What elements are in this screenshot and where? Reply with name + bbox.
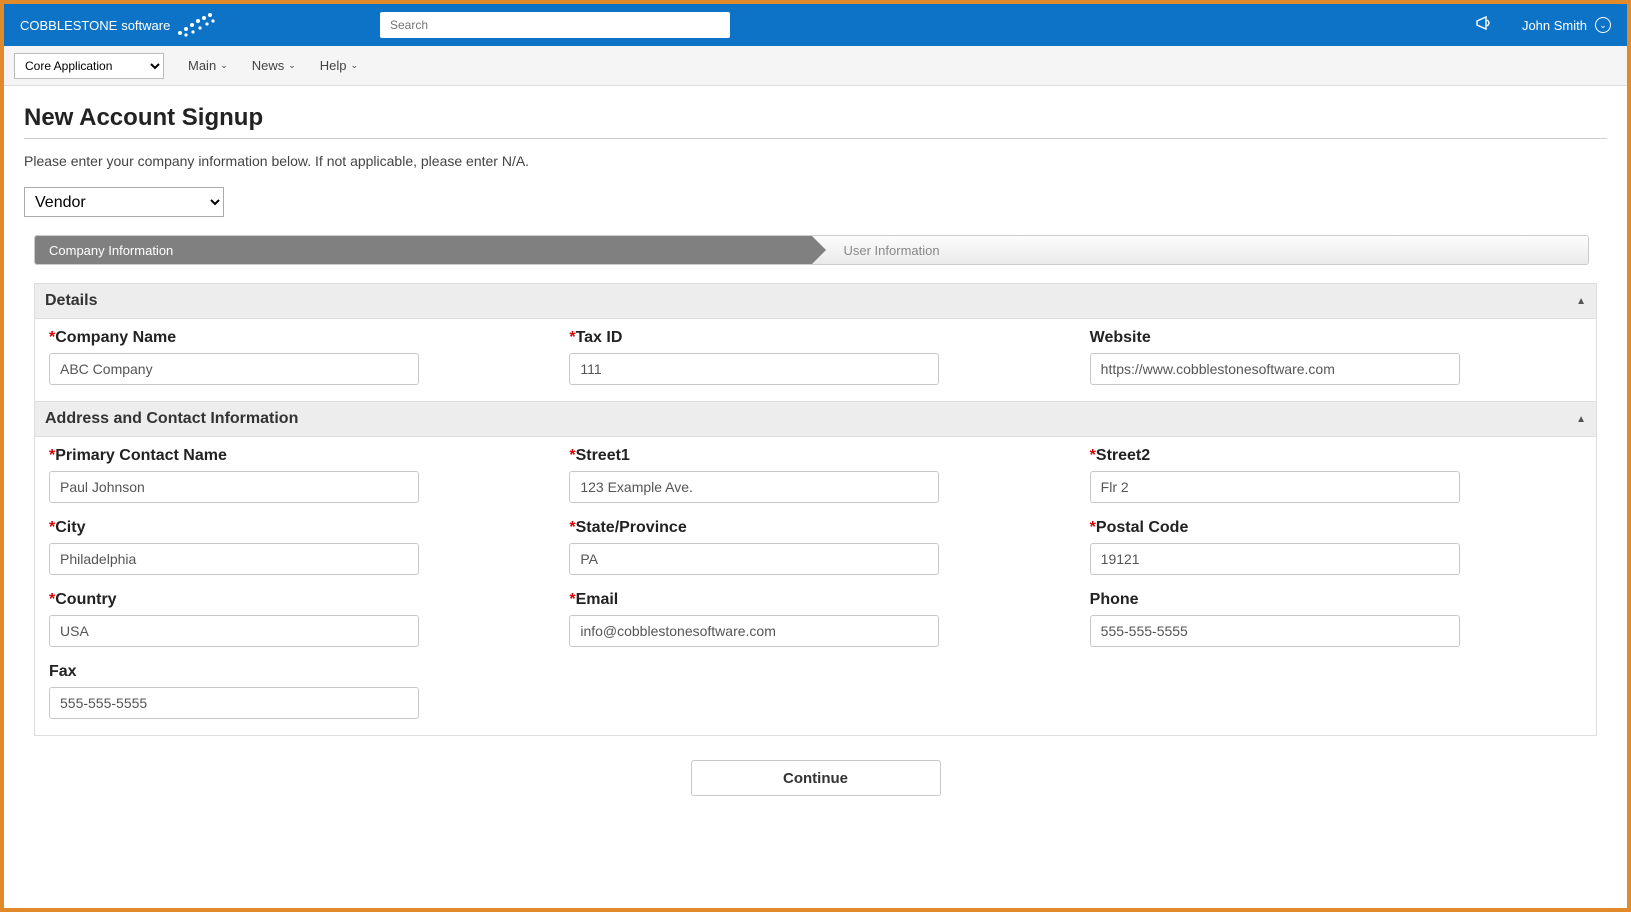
field-website: Website — [1090, 329, 1582, 385]
logo-dots-icon — [176, 11, 216, 39]
field-street2: *Street2 — [1090, 447, 1582, 503]
field-email: *Email — [569, 591, 1061, 647]
step-label: Company Information — [49, 243, 173, 258]
collapse-up-icon: ▲ — [1576, 296, 1586, 307]
page-content: New Account Signup Please enter your com… — [4, 86, 1627, 826]
page-title: New Account Signup — [24, 104, 1607, 139]
section-title: Details — [45, 292, 97, 310]
input-tax-id[interactable] — [569, 353, 939, 385]
label-fax: Fax — [49, 663, 541, 681]
section-address-body: *Primary Contact Name *Street1 *Street2 … — [35, 437, 1596, 735]
input-phone[interactable] — [1090, 615, 1460, 647]
step-tabs: Company Information User Information — [34, 235, 1589, 265]
brand-name: COBBLESTONE — [20, 18, 117, 33]
menu-help[interactable]: Help ⌄ — [320, 58, 358, 73]
form-area: Details ▲ *Company Name *Tax ID Website … — [34, 283, 1597, 736]
chevron-down-icon: ⌄ — [1595, 17, 1611, 33]
field-street1: *Street1 — [569, 447, 1061, 503]
label-country: *Country — [49, 591, 541, 609]
field-country: *Country — [49, 591, 541, 647]
continue-wrap: Continue — [24, 736, 1607, 806]
input-country[interactable] — [49, 615, 419, 647]
search-wrap — [380, 12, 730, 38]
step-company-information[interactable]: Company Information — [35, 236, 812, 264]
menu-main[interactable]: Main ⌄ — [188, 58, 228, 73]
field-primary-contact: *Primary Contact Name — [49, 447, 541, 503]
menu-help-label: Help — [320, 58, 347, 73]
topbar: COBBLESTONE software John Smith ⌄ — [4, 4, 1627, 46]
field-tax-id: *Tax ID — [569, 329, 1061, 385]
input-postal[interactable] — [1090, 543, 1460, 575]
field-state: *State/Province — [569, 519, 1061, 575]
menu-news[interactable]: News ⌄ — [252, 58, 296, 73]
label-tax-id: *Tax ID — [569, 329, 1061, 347]
label-email: *Email — [569, 591, 1061, 609]
brand-sub: software — [121, 18, 170, 33]
menu-news-label: News — [252, 58, 285, 73]
chevron-down-icon: ⌄ — [288, 60, 296, 71]
label-company-name: *Company Name — [49, 329, 541, 347]
megaphone-icon[interactable] — [1476, 15, 1494, 36]
field-postal: *Postal Code — [1090, 519, 1582, 575]
input-fax[interactable] — [49, 687, 419, 719]
field-fax: Fax — [49, 663, 541, 719]
continue-button[interactable]: Continue — [691, 760, 941, 796]
label-primary-contact: *Primary Contact Name — [49, 447, 541, 465]
label-phone: Phone — [1090, 591, 1582, 609]
label-state: *State/Province — [569, 519, 1061, 537]
input-street1[interactable] — [569, 471, 939, 503]
input-state[interactable] — [569, 543, 939, 575]
menu-main-label: Main — [188, 58, 216, 73]
section-title: Address and Contact Information — [45, 410, 298, 428]
section-details-header[interactable]: Details ▲ — [35, 284, 1596, 319]
input-company-name[interactable] — [49, 353, 419, 385]
field-company-name: *Company Name — [49, 329, 541, 385]
user-menu[interactable]: John Smith ⌄ — [1522, 17, 1611, 33]
label-website: Website — [1090, 329, 1582, 347]
step-user-information[interactable]: User Information — [812, 236, 1589, 264]
collapse-up-icon: ▲ — [1576, 414, 1586, 425]
page-instruction: Please enter your company information be… — [24, 153, 1607, 169]
input-email[interactable] — [569, 615, 939, 647]
account-type-select[interactable]: Vendor — [24, 187, 224, 217]
input-primary-contact[interactable] — [49, 471, 419, 503]
app-select[interactable]: Core Application — [14, 53, 164, 79]
user-name: John Smith — [1522, 18, 1587, 33]
label-street2: *Street2 — [1090, 447, 1582, 465]
chevron-down-icon: ⌄ — [351, 60, 359, 71]
label-postal: *Postal Code — [1090, 519, 1582, 537]
topbar-right: John Smith ⌄ — [1476, 15, 1611, 36]
label-street1: *Street1 — [569, 447, 1061, 465]
brand-logo: COBBLESTONE software — [20, 11, 380, 39]
step-label: User Information — [844, 243, 940, 258]
section-address-header[interactable]: Address and Contact Information ▲ — [35, 401, 1596, 437]
label-city: *City — [49, 519, 541, 537]
field-city: *City — [49, 519, 541, 575]
menubar: Core Application Main ⌄ News ⌄ Help ⌄ — [4, 46, 1627, 86]
chevron-down-icon: ⌄ — [220, 60, 228, 71]
field-phone: Phone — [1090, 591, 1582, 647]
section-details-body: *Company Name *Tax ID Website — [35, 319, 1596, 401]
input-city[interactable] — [49, 543, 419, 575]
input-street2[interactable] — [1090, 471, 1460, 503]
input-website[interactable] — [1090, 353, 1460, 385]
search-input[interactable] — [380, 12, 730, 38]
